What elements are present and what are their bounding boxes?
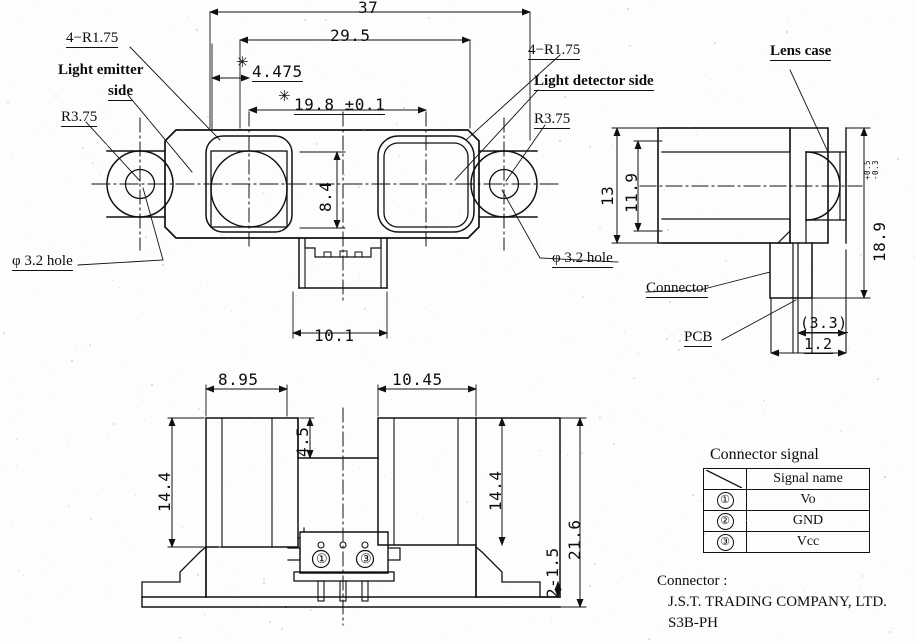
pin-1-number: ① [316, 551, 328, 566]
label-lens-case: Lens case [770, 43, 832, 61]
pin-3-number: ③ [360, 551, 372, 566]
dim-optical-axis-spacing: 19.8 ±0.1 [294, 95, 386, 115]
asterisk-mark-1: ✳ [236, 55, 249, 71]
asterisk-mark-2: ✳ [278, 89, 291, 105]
dim-connector-width: 10.1 [314, 326, 355, 345]
label-boss-radius-left: R3.75 [61, 109, 98, 127]
pin-number-cell: ② [703, 510, 747, 532]
label-corner-radius-left: 4−R1.75 [66, 30, 119, 48]
connector-table-title: Connector signal [710, 446, 819, 463]
connector-note-line3: S3B-PH [668, 615, 719, 631]
label-emitter-side: Light emitter [58, 62, 144, 78]
pin-number-cell: ③ [703, 531, 747, 553]
dim-side-total-height: 13 [598, 185, 617, 206]
circled-number: ③ [716, 533, 734, 551]
dim-step-height: 4.5 [293, 426, 312, 457]
dim-foot-height: 2-1.5 [543, 547, 562, 598]
dim-front-total-height: 21.6 [565, 519, 584, 560]
signal-name-cell: Vo [746, 489, 870, 511]
dim-right-block-height: 14.4 [486, 470, 505, 511]
dim-body-height: 8.4 [316, 181, 335, 212]
dim-right-block-width: 10.45 [392, 370, 443, 389]
pin-number-cell: ① [703, 489, 747, 511]
dim-body-width: 29.5 [330, 26, 371, 45]
dim-overall-width: 37 [358, 0, 379, 17]
table-header-row: Signal name [703, 468, 870, 490]
label-emitter-side-line2: side [108, 83, 134, 101]
table-row: ① Vo [703, 489, 870, 511]
label-connector: Connector [646, 280, 709, 298]
side-view-geometry [611, 69, 871, 357]
header-blank-cell [703, 468, 747, 490]
dim-side-depth-tol-lower: -0.3 [871, 159, 880, 180]
connector-note-line2: J.S.T. TRADING COMPANY, LTD. [668, 594, 887, 610]
table-row: ③ Vcc [703, 531, 870, 553]
dim-emitter-offset: 4.475 [252, 62, 303, 82]
connector-signal-table: Signal name ① Vo ② GND ③ Vcc [703, 468, 870, 553]
signal-name-cell: Vcc [746, 531, 870, 553]
label-pcb: PCB [684, 329, 713, 347]
circled-number: ① [716, 491, 734, 509]
label-hole-left: φ 3.2 hole [12, 253, 73, 271]
label-boss-radius-right: R3.75 [534, 111, 571, 129]
table-row: ② GND [703, 510, 870, 532]
dim-left-block-height: 14.4 [155, 471, 174, 512]
label-corner-radius-right: 4−R1.75 [528, 42, 581, 60]
dim-side-depth: 18.9 [870, 221, 889, 262]
dim-pcb-thickness: 1.2 [804, 335, 833, 354]
front-view-geometry [141, 384, 587, 626]
label-hole-right: φ 3.2 hole [552, 250, 613, 268]
circled-number: ② [716, 512, 734, 530]
label-detector-side: Light detector side [534, 73, 654, 91]
top-view-geometry [77, 8, 619, 339]
dim-left-block-width: 8.95 [218, 370, 259, 389]
dim-side-case-height: 11.9 [622, 172, 641, 213]
diagonal-slash-icon [706, 470, 742, 488]
connector-note-line1: Connector : [657, 573, 728, 589]
header-signal-name: Signal name [746, 468, 870, 490]
signal-name-cell: GND [746, 510, 870, 532]
dim-pcb-offset: (3.3) [800, 314, 848, 333]
